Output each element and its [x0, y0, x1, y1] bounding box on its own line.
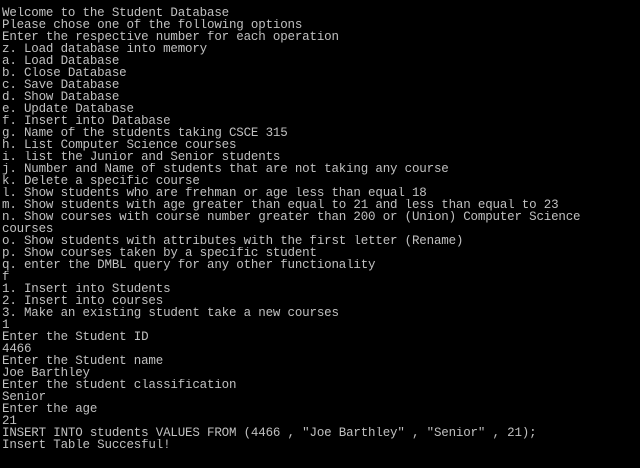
menu-option-b: b. Close Database: [2, 67, 127, 79]
menu-option-d: d. Show Database: [2, 91, 120, 103]
menu-option-i: i. list the Junior and Senior students: [2, 151, 281, 163]
menu-option-e: e. Update Database: [2, 103, 134, 115]
menu-option-j: j. Number and Name of students that are …: [2, 163, 449, 175]
prompt-student-classification: Enter the student classification: [2, 379, 237, 391]
prompt-age: Enter the age: [2, 403, 98, 415]
user-input-age: 21: [2, 415, 17, 427]
console-window[interactable]: Welcome to the Student Database Please c…: [0, 0, 640, 468]
menu-option-k: k. Delete a specific course: [2, 175, 200, 187]
submenu-option-3: 3. Make an existing student take a new c…: [2, 307, 339, 319]
console-output: Welcome to the Student Database Please c…: [2, 7, 640, 451]
menu-option-c: c. Save Database: [2, 79, 120, 91]
menu-option-h: h. List Computer Science courses: [2, 139, 237, 151]
prompt-student-id: Enter the Student ID: [2, 331, 149, 343]
menu-option-f: f. Insert into Database: [2, 115, 171, 127]
user-input-student-id: 4466: [2, 343, 32, 355]
user-input-submenu-choice: 1: [2, 319, 10, 331]
user-input-student-name: Joe Barthley: [2, 367, 90, 379]
menu-option-n: n. Show courses with course number great…: [2, 211, 581, 223]
console-line-welcome: Welcome to the Student Database: [2, 7, 229, 19]
user-input-student-classification: Senior: [2, 391, 46, 403]
menu-option-l: l. Show students who are frehman or age …: [2, 187, 427, 199]
menu-option-p: p. Show courses taken by a specific stud…: [2, 247, 317, 259]
menu-option-q: q. enter the DMBL query for any other fu…: [2, 259, 376, 271]
user-input-menu-choice: f: [2, 271, 10, 283]
prompt-student-name: Enter the Student name: [2, 355, 164, 367]
menu-option-g: g. Name of the students taking CSCE 315: [2, 127, 288, 139]
generated-insert-query: INSERT INTO students VALUES FROM (4466 ,…: [2, 427, 537, 439]
menu-option-m: m. Show students with age greater than e…: [2, 199, 559, 211]
status-message: Insert Table Succesful!: [2, 439, 171, 451]
submenu-option-2: 2. Insert into courses: [2, 295, 164, 307]
menu-option-n-wrap: courses: [2, 223, 54, 235]
menu-option-o: o. Show students with attributes with th…: [2, 235, 464, 247]
submenu-option-1: 1. Insert into Students: [2, 283, 171, 295]
console-line-prompt-choose: Please chose one of the following option…: [2, 19, 303, 31]
console-line-prompt-number: Enter the respective number for each ope…: [2, 31, 339, 43]
menu-option-z: z. Load database into memory: [2, 43, 207, 55]
menu-option-a: a. Load Database: [2, 55, 120, 67]
